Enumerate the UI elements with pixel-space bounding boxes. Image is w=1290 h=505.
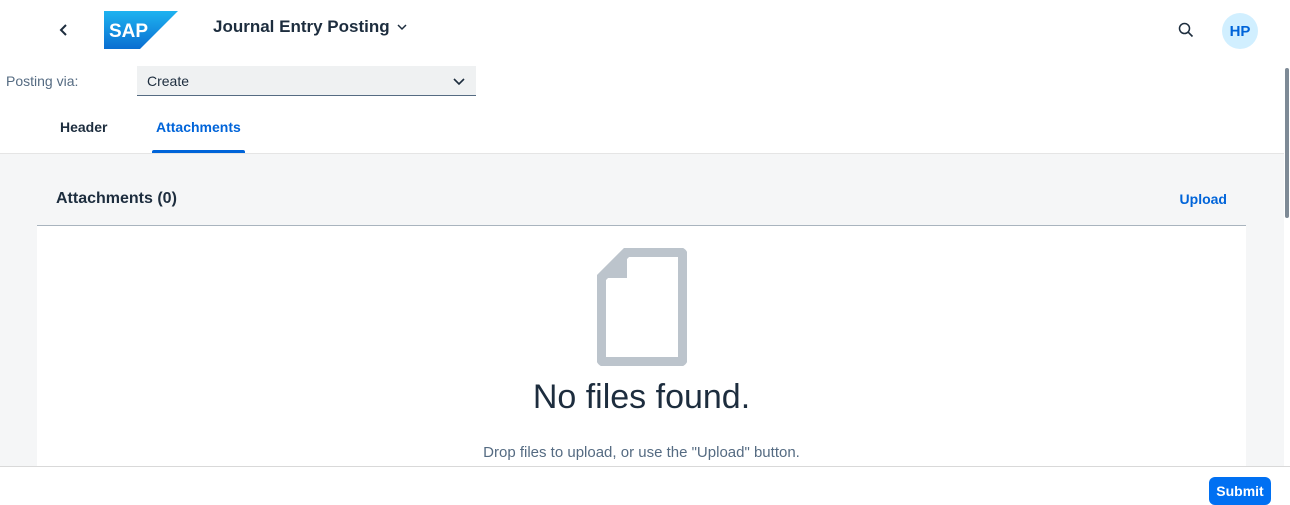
tab-attachments-label: Attachments [156,118,241,135]
app-title: Journal Entry Posting [213,17,390,36]
upload-button[interactable]: Upload [1180,191,1227,207]
content-area: Attachments (0) Upload No files found. D… [0,154,1284,466]
chevron-down-icon [397,24,407,31]
posting-bar: Posting via: Create [0,62,1284,101]
back-button[interactable] [50,16,78,44]
scrollbar[interactable] [1284,62,1290,466]
selected-tab-indicator [152,150,245,153]
shell-bar: SAP Journal Entry Posting HP [0,0,1290,62]
tab-attachments[interactable]: Attachments [152,100,245,153]
attachments-title: Attachments (0) [56,190,177,207]
tab-bar: Header Attachments [0,100,1284,154]
scrollbar-thumb[interactable] [1285,68,1289,218]
logo-text: SAP [109,21,148,42]
empty-state-title: No files found. [532,378,751,416]
footer-bar: Submit [0,466,1290,505]
user-avatar[interactable]: HP [1222,13,1258,49]
document-icon [597,248,687,366]
tab-header[interactable]: Header [60,100,107,153]
attachments-toolbar: Attachments (0) Upload [37,176,1246,226]
user-initials: HP [1229,22,1251,40]
search-button[interactable] [1172,16,1200,44]
app-title-menu[interactable]: Journal Entry Posting [213,17,408,37]
tab-header-label: Header [60,118,108,135]
posting-via-value: Create [147,72,190,89]
submit-button[interactable]: Submit [1209,477,1271,505]
chevron-left-icon [59,24,67,36]
empty-state-description: Drop files to upload, or use the "Upload… [483,444,800,461]
attachments-panel: Attachments (0) Upload No files found. D… [37,176,1246,466]
posting-via-label: Posting via: [6,73,79,89]
chevron-down-icon [453,78,465,86]
search-icon [1178,22,1194,38]
sap-logo[interactable]: SAP [104,11,178,54]
posting-via-select[interactable]: Create [137,66,476,96]
